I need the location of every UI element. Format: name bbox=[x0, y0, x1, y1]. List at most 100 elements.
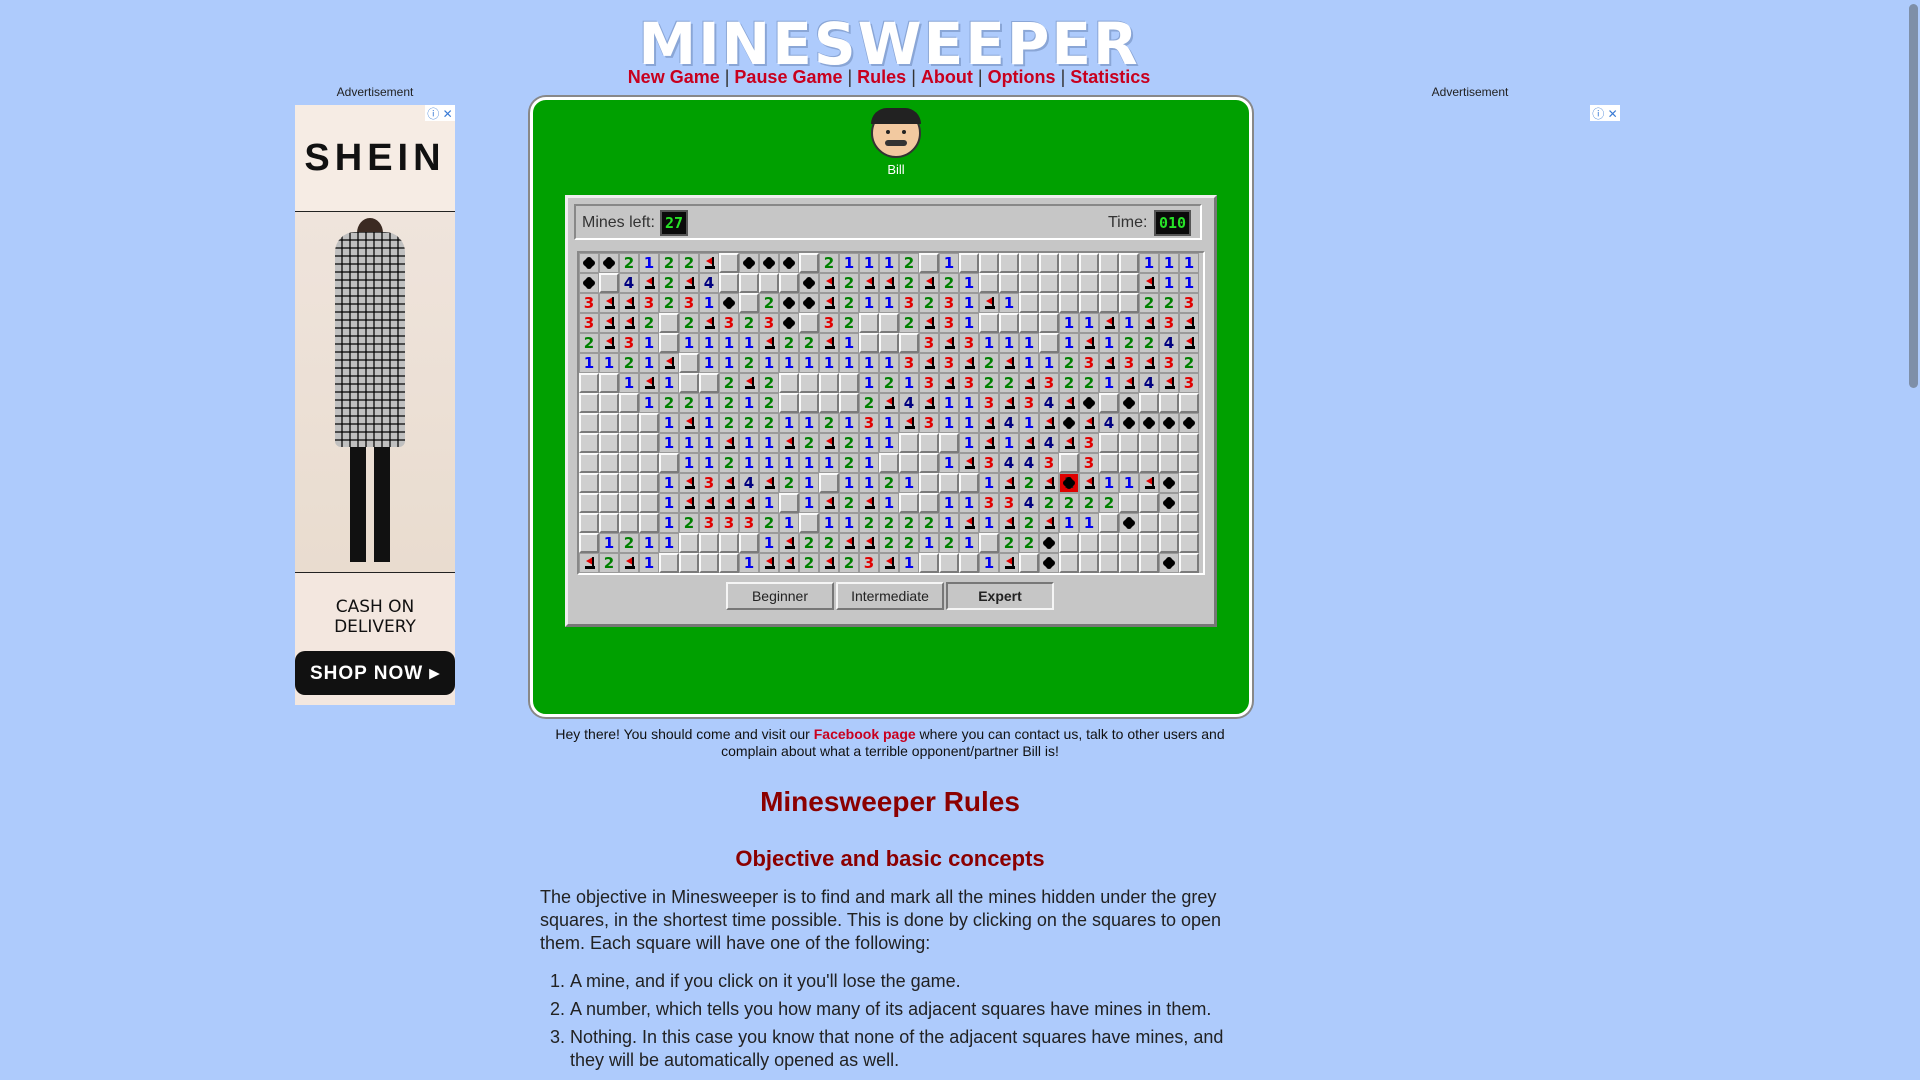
hidden-cell[interactable] bbox=[1039, 313, 1059, 333]
number-cell[interactable]: 1 bbox=[1159, 253, 1179, 273]
mine-icon[interactable] bbox=[1159, 413, 1179, 433]
hidden-cell[interactable] bbox=[1019, 293, 1039, 313]
number-cell[interactable]: 4 bbox=[739, 473, 759, 493]
flag-icon[interactable] bbox=[779, 433, 799, 453]
number-cell[interactable]: 1 bbox=[859, 353, 879, 373]
number-cell[interactable]: 3 bbox=[939, 293, 959, 313]
flag-icon[interactable] bbox=[739, 493, 759, 513]
flag-icon[interactable] bbox=[819, 333, 839, 353]
number-cell[interactable]: 1 bbox=[959, 413, 979, 433]
hidden-cell[interactable] bbox=[1179, 513, 1199, 533]
hidden-cell[interactable] bbox=[599, 473, 619, 493]
flag-icon[interactable] bbox=[599, 333, 619, 353]
number-cell[interactable]: 1 bbox=[679, 433, 699, 453]
hidden-cell[interactable] bbox=[1099, 553, 1119, 573]
number-cell[interactable]: 1 bbox=[939, 453, 959, 473]
number-cell[interactable]: 1 bbox=[959, 433, 979, 453]
number-cell[interactable]: 3 bbox=[939, 313, 959, 333]
mine-grid[interactable]: 2122211121111424222111332312211323112233… bbox=[577, 251, 1205, 575]
number-cell[interactable]: 2 bbox=[679, 313, 699, 333]
hidden-cell[interactable] bbox=[839, 373, 859, 393]
flag-icon[interactable] bbox=[999, 553, 1019, 573]
number-cell[interactable]: 1 bbox=[859, 293, 879, 313]
number-cell[interactable]: 2 bbox=[1139, 333, 1159, 353]
hidden-cell[interactable] bbox=[939, 473, 959, 493]
flag-icon[interactable] bbox=[979, 433, 999, 453]
hidden-cell[interactable] bbox=[1159, 533, 1179, 553]
number-cell[interactable]: 2 bbox=[579, 333, 599, 353]
number-cell[interactable]: 3 bbox=[919, 413, 939, 433]
flag-icon[interactable] bbox=[659, 353, 679, 373]
mine-icon[interactable] bbox=[579, 273, 599, 293]
number-cell[interactable]: 1 bbox=[979, 333, 999, 353]
hidden-cell[interactable] bbox=[1019, 273, 1039, 293]
number-cell[interactable]: 2 bbox=[739, 313, 759, 333]
number-cell[interactable]: 1 bbox=[719, 333, 739, 353]
hidden-cell[interactable] bbox=[879, 453, 899, 473]
hidden-cell[interactable] bbox=[1099, 293, 1119, 313]
hidden-cell[interactable] bbox=[1159, 513, 1179, 533]
hidden-cell[interactable] bbox=[579, 513, 599, 533]
number-cell[interactable]: 2 bbox=[879, 513, 899, 533]
number-cell[interactable]: 2 bbox=[719, 453, 739, 473]
flag-icon[interactable] bbox=[859, 493, 879, 513]
number-cell[interactable]: 4 bbox=[999, 413, 1019, 433]
number-cell[interactable]: 2 bbox=[799, 533, 819, 553]
number-cell[interactable]: 2 bbox=[1159, 293, 1179, 313]
flag-icon[interactable] bbox=[999, 393, 1019, 413]
hidden-cell[interactable] bbox=[1059, 533, 1079, 553]
flag-icon[interactable] bbox=[1139, 313, 1159, 333]
number-cell[interactable]: 1 bbox=[859, 373, 879, 393]
hidden-cell[interactable] bbox=[1139, 453, 1159, 473]
number-cell[interactable]: 1 bbox=[1019, 353, 1039, 373]
number-cell[interactable]: 1 bbox=[1019, 333, 1039, 353]
number-cell[interactable]: 1 bbox=[979, 553, 999, 573]
number-cell[interactable]: 1 bbox=[759, 493, 779, 513]
hidden-cell[interactable] bbox=[619, 513, 639, 533]
number-cell[interactable]: 2 bbox=[939, 533, 959, 553]
hidden-cell[interactable] bbox=[1039, 293, 1059, 313]
number-cell[interactable]: 3 bbox=[759, 313, 779, 333]
hidden-cell[interactable] bbox=[1079, 273, 1099, 293]
number-cell[interactable]: 3 bbox=[979, 493, 999, 513]
number-cell[interactable]: 2 bbox=[839, 313, 859, 333]
nav-about[interactable]: About bbox=[921, 67, 973, 87]
flag-icon[interactable] bbox=[919, 313, 939, 333]
level-intermediate-button[interactable]: Intermediate bbox=[836, 582, 944, 610]
number-cell[interactable]: 1 bbox=[659, 433, 679, 453]
number-cell[interactable]: 1 bbox=[799, 493, 819, 513]
number-cell[interactable]: 1 bbox=[979, 513, 999, 533]
number-cell[interactable]: 1 bbox=[899, 373, 919, 393]
number-cell[interactable]: 1 bbox=[879, 293, 899, 313]
number-cell[interactable]: 1 bbox=[1059, 333, 1079, 353]
flag-icon[interactable] bbox=[1179, 313, 1199, 333]
number-cell[interactable]: 1 bbox=[1059, 513, 1079, 533]
hidden-cell[interactable] bbox=[1179, 433, 1199, 453]
mine-icon[interactable] bbox=[1079, 393, 1099, 413]
number-cell[interactable]: 2 bbox=[779, 473, 799, 493]
hidden-cell[interactable] bbox=[639, 473, 659, 493]
hidden-cell[interactable] bbox=[1099, 453, 1119, 473]
hidden-cell[interactable] bbox=[579, 413, 599, 433]
number-cell[interactable]: 2 bbox=[1019, 533, 1039, 553]
flag-icon[interactable] bbox=[779, 533, 799, 553]
hidden-cell[interactable] bbox=[1099, 513, 1119, 533]
hidden-cell[interactable] bbox=[1119, 433, 1139, 453]
number-cell[interactable]: 3 bbox=[819, 313, 839, 333]
hidden-cell[interactable] bbox=[579, 453, 599, 473]
flag-icon[interactable] bbox=[759, 553, 779, 573]
hidden-cell[interactable] bbox=[919, 253, 939, 273]
hidden-cell[interactable] bbox=[579, 473, 599, 493]
flag-icon[interactable] bbox=[1139, 473, 1159, 493]
number-cell[interactable]: 1 bbox=[1179, 253, 1199, 273]
flag-icon[interactable] bbox=[939, 333, 959, 353]
flag-icon[interactable] bbox=[859, 533, 879, 553]
number-cell[interactable]: 2 bbox=[899, 313, 919, 333]
hidden-cell[interactable] bbox=[1139, 533, 1159, 553]
number-cell[interactable]: 1 bbox=[839, 253, 859, 273]
hidden-cell[interactable] bbox=[939, 553, 959, 573]
number-cell[interactable]: 2 bbox=[1059, 353, 1079, 373]
hidden-cell[interactable] bbox=[599, 373, 619, 393]
number-cell[interactable]: 2 bbox=[819, 253, 839, 273]
flag-icon[interactable] bbox=[759, 333, 779, 353]
